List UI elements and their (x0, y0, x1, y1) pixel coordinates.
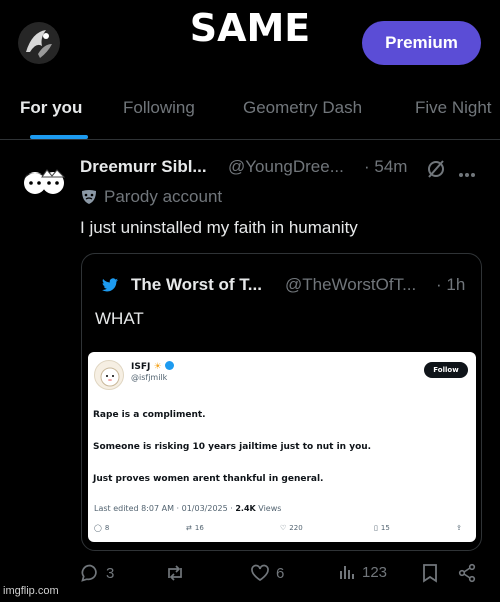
views-button[interactable]: 123 (338, 563, 387, 581)
view-count: 123 (362, 563, 388, 581)
sun-emoji: ☀ (153, 362, 162, 372)
bookmark-icon: ▯ (374, 524, 378, 532)
embedded-bookmark: ▯ 15 (374, 524, 390, 532)
embedded-author-name: ISFJ ☀ (131, 361, 174, 372)
post-author-name[interactable]: Dreemurr Sibl... (80, 157, 207, 177)
tab-five-nights[interactable]: Five Night (415, 98, 492, 118)
bookmark-button[interactable] (421, 563, 439, 583)
embedded-meta: Last edited 8:07 AM · 01/03/2025 · 2.4K … (94, 504, 282, 513)
twitter-bird-icon (102, 278, 118, 297)
imgflip-watermark: imgflip.com (3, 585, 59, 597)
post-author-handle[interactable]: @YoungDree... (228, 157, 344, 177)
share-icon: ⇪ (456, 524, 462, 532)
embedded-reply: ◯ 8 (94, 524, 110, 532)
tab-for-you[interactable]: For you (20, 98, 82, 118)
embedded-actions: ◯ 8 ⇄ 16 ♡ 220 ▯ 15 ⇪ (94, 524, 474, 538)
like-count: 6 (276, 564, 285, 582)
embedded-text-line: Just proves women arent thankful in gene… (93, 474, 324, 484)
timeline-tabs: For you Following Geometry Dash Five Nig… (0, 88, 500, 140)
embedded-avatar (94, 360, 124, 390)
verified-badge-icon (164, 361, 174, 370)
heart-icon (251, 564, 269, 582)
share-icon (458, 563, 476, 583)
repost-button[interactable] (164, 563, 186, 583)
views-chart-icon (340, 566, 354, 579)
embedded-share: ⇪ (456, 524, 462, 532)
more-options-icon[interactable] (458, 165, 476, 183)
reply-count: 3 (106, 564, 115, 582)
reply-icon: ◯ (94, 524, 102, 532)
heart-icon: ♡ (280, 524, 287, 532)
theater-mask-icon (82, 190, 96, 204)
premium-button[interactable]: Premium (362, 21, 481, 65)
tab-following[interactable]: Following (123, 98, 195, 118)
active-tab-indicator (30, 135, 88, 139)
embedded-author-handle: @isfjmilk (131, 373, 168, 382)
bookmark-icon (423, 564, 437, 583)
quoted-author-handle[interactable]: @TheWorstOfT... (285, 275, 416, 295)
reply-button[interactable]: 3 (80, 563, 114, 583)
quoted-timestamp[interactable]: · 1h (436, 275, 465, 295)
reply-icon (81, 564, 97, 582)
post[interactable]: Dreemurr Sibl... @YoungDree... · 54m Par… (0, 141, 500, 602)
embedded-follow-button: Follow (424, 362, 468, 378)
share-button[interactable] (457, 563, 477, 583)
parody-account-label: Parody account (104, 187, 223, 206)
like-button[interactable]: 6 (250, 563, 284, 583)
tab-geometry-dash[interactable]: Geometry Dash (243, 98, 362, 118)
quoted-post[interactable]: The Worst of T... @TheWorstOfT... · 1h W… (81, 253, 482, 551)
quoted-author-name[interactable]: The Worst of T... (131, 275, 262, 295)
embedded-tweet-image[interactable]: ISFJ ☀ @isfjmilk Follow Rape is a compli… (88, 352, 476, 542)
post-author-avatar[interactable] (22, 167, 66, 197)
embedded-repost: ⇄ 16 (186, 524, 204, 532)
embedded-text-line: Rape is a compliment. (93, 410, 206, 420)
repost-icon (168, 565, 182, 581)
top-bar: SAME Premium (0, 0, 500, 80)
post-timestamp[interactable]: · 54m (364, 157, 407, 177)
post-text: I just uninstalled my faith in humanity (80, 218, 358, 237)
quoted-post-text: WHAT (95, 309, 144, 328)
embedded-like: ♡ 220 (280, 524, 303, 532)
repost-icon: ⇄ (186, 524, 192, 532)
post-actions: 3 6 123 (0, 563, 500, 593)
parody-label-row: Parody account (80, 187, 222, 207)
grok-icon[interactable] (426, 159, 446, 184)
embedded-text-line: Someone is risking 10 years jailtime jus… (93, 442, 372, 452)
